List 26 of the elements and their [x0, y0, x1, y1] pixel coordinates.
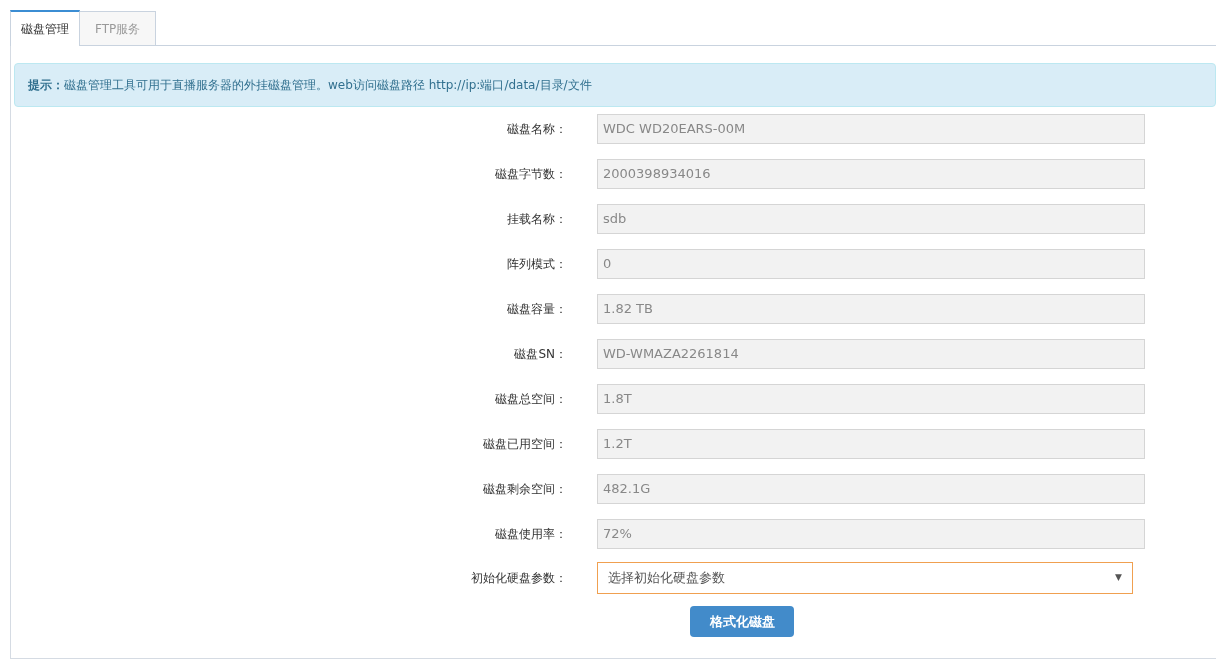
input-field[interactable]: 2000398934016: [597, 159, 1145, 189]
input-field[interactable]: WD-WMAZA2261814: [597, 339, 1145, 369]
field-label: 阵列模式：: [506, 256, 567, 273]
field-label: 磁盘名称：: [506, 121, 567, 138]
input-field[interactable]: 1.2T: [597, 429, 1145, 459]
field-label: 磁盘SN：: [513, 346, 567, 363]
input-field[interactable]: sdb: [597, 204, 1145, 234]
input-field[interactable]: 1.8T: [597, 384, 1145, 414]
field-label: 磁盘已用空间：: [482, 436, 567, 453]
field-label: 磁盘容量：: [506, 301, 567, 318]
field-label: 初始化硬盘参数：: [470, 570, 567, 587]
field-label: 磁盘总空间：: [494, 391, 567, 408]
format-disk-button[interactable]: 格式化磁盘: [690, 606, 794, 637]
field-label: 磁盘使用率：: [494, 526, 567, 543]
tab[interactable]: FTP服务: [80, 11, 157, 46]
field-label: 磁盘剩余空间：: [482, 481, 567, 498]
input-field[interactable]: WDC WD20EARS-00M: [597, 114, 1145, 144]
input-field[interactable]: 0: [597, 249, 1145, 279]
tab[interactable]: 磁盘管理: [10, 10, 80, 46]
input-field[interactable]: 482.1G: [597, 474, 1145, 504]
input-field[interactable]: 72%: [597, 519, 1145, 549]
input-field[interactable]: 1.82 TB: [597, 294, 1145, 324]
field-label: 磁盘字节数：: [494, 166, 567, 183]
info-notice: 提示：磁盘管理工具可用于直播服务器的外挂磁盘管理。web访问磁盘路径 http://ip:端口/data/目录/文件: [14, 63, 1216, 107]
field-label: 挂载名称：: [506, 211, 567, 228]
dropdown[interactable]: 选择初始化硬盘参数 ▼: [597, 562, 1133, 594]
